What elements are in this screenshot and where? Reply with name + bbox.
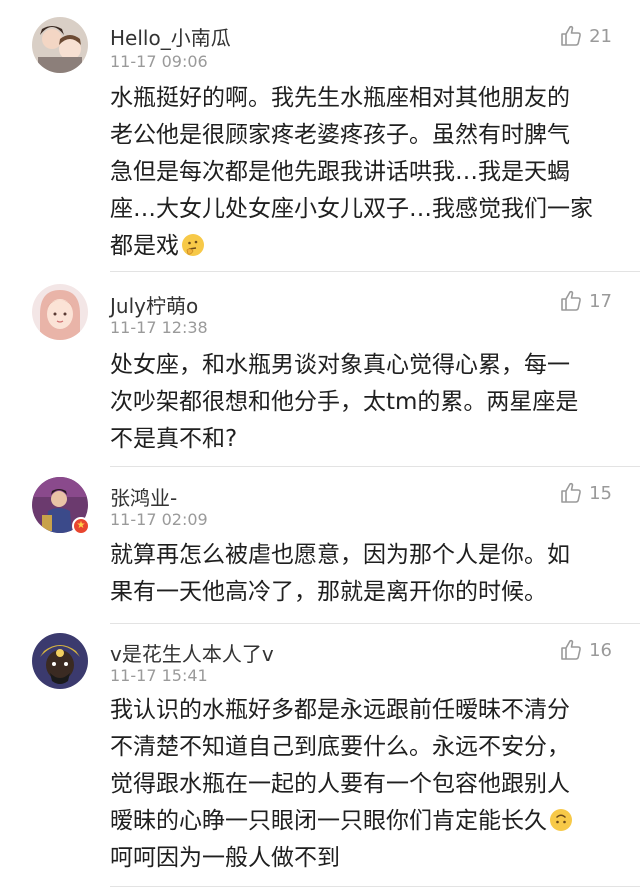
- comment-item: July柠萌o 11-17 12:38 17 处女座，和水瓶男谈对象真心觉得心累…: [0, 272, 640, 467]
- comment-line: 次吵架都很想和他分手，太tm的累。两星座是: [110, 389, 579, 415]
- star-badge-icon: ★: [72, 517, 90, 535]
- username[interactable]: July柠萌o: [110, 290, 198, 319]
- comment-text: 水瓶挺好的啊。我先生水瓶座相对其他朋友的 老公他是很顾家疼老婆疼孩子。虽然有时脾…: [110, 80, 610, 265]
- avatar-image: [32, 284, 88, 340]
- comment-line: 我认识的水瓶好多都是永远跟前任暧昧不清分: [110, 697, 570, 723]
- timestamp: 11-17 02:09: [110, 510, 208, 529]
- comment-line: 就算再怎么被虐也愿意，因为那个人是你。如: [110, 542, 570, 568]
- comment-text: 就算再怎么被虐也愿意，因为那个人是你。如 果有一天他高冷了，那就是离开你的时候。: [110, 537, 610, 611]
- comment-item: Hello_小南瓜 11-17 09:06 21 水瓶挺好的啊。我先生水瓶座相对…: [0, 0, 640, 272]
- comment-line: 急但是每次都是他先跟我讲话哄我…我是天蝎: [110, 159, 570, 185]
- like-count: 16: [589, 639, 612, 661]
- timestamp: 11-17 09:06: [110, 52, 208, 71]
- comment-line: 都是戏: [110, 233, 179, 259]
- username[interactable]: 张鸿业-: [110, 482, 177, 511]
- comment-line: 呵呵因为一般人做不到: [110, 845, 340, 871]
- comment-item: ★ 张鸿业- 11-17 02:09 15 就算再怎么被虐也愿意，因为那个人是你…: [0, 467, 640, 624]
- avatar-image: [32, 17, 88, 73]
- comment-line-with-emoji: 都是戏: [110, 228, 610, 265]
- like-count: 15: [589, 482, 612, 504]
- thumbs-up-icon: [561, 482, 581, 503]
- comment-line: 水瓶挺好的啊。我先生水瓶座相对其他朋友的: [110, 85, 570, 111]
- like-button[interactable]: 17: [559, 289, 612, 313]
- thinking-face-emoji-icon: [181, 232, 205, 256]
- comment-text: 处女座，和水瓶男谈对象真心觉得心累，每一 次吵架都很想和他分手，太tm的累。两星…: [110, 347, 610, 458]
- avatar[interactable]: [32, 633, 88, 689]
- thumbs-up-icon: [561, 25, 581, 46]
- timestamp: 11-17 12:38: [110, 318, 208, 337]
- upside-down-face-emoji-icon: [549, 807, 573, 831]
- avatar[interactable]: [32, 17, 88, 73]
- thumbs-up-icon: [561, 639, 581, 660]
- avatar[interactable]: [32, 284, 88, 340]
- comment-line: 不是真不和?: [110, 426, 238, 452]
- comment-line-with-emoji: 暧昧的心睁一只眼闭一只眼你们肯定能长久: [110, 803, 610, 840]
- comment-text: 我认识的水瓶好多都是永远跟前任暧昧不清分 不清楚不知道自己到底要什么。永远不安分…: [110, 692, 610, 877]
- comment-item: v是花生人本人了v 11-17 15:41 16 我认识的水瓶好多都是永远跟前任…: [0, 624, 640, 887]
- avatar-image: [32, 633, 88, 689]
- comment-line: 暧昧的心睁一只眼闭一只眼你们肯定能长久: [110, 808, 547, 834]
- username[interactable]: Hello_小南瓜: [110, 22, 231, 51]
- comment-line: 不清楚不知道自己到底要什么。永远不安分，: [110, 734, 570, 760]
- like-button[interactable]: 21: [559, 24, 612, 48]
- comment-line: 座…大女儿处女座小女儿双子…我感觉我们一家: [110, 196, 593, 222]
- like-count: 21: [589, 25, 612, 47]
- thumbs-up-icon: [561, 290, 581, 311]
- like-button[interactable]: 16: [559, 638, 612, 662]
- comment-line: 处女座，和水瓶男谈对象真心觉得心累，每一: [110, 352, 570, 378]
- comment-line: 觉得跟水瓶在一起的人要有一个包容他跟别人: [110, 771, 570, 797]
- like-count: 17: [589, 290, 612, 312]
- username[interactable]: v是花生人本人了v: [110, 638, 274, 667]
- comment-line: 果有一天他高冷了，那就是离开你的时候。: [110, 579, 547, 605]
- comment-line: 老公他是很顾家疼老婆疼孩子。虽然有时脾气: [110, 122, 570, 148]
- like-button[interactable]: 15: [559, 481, 612, 505]
- timestamp: 11-17 15:41: [110, 666, 208, 685]
